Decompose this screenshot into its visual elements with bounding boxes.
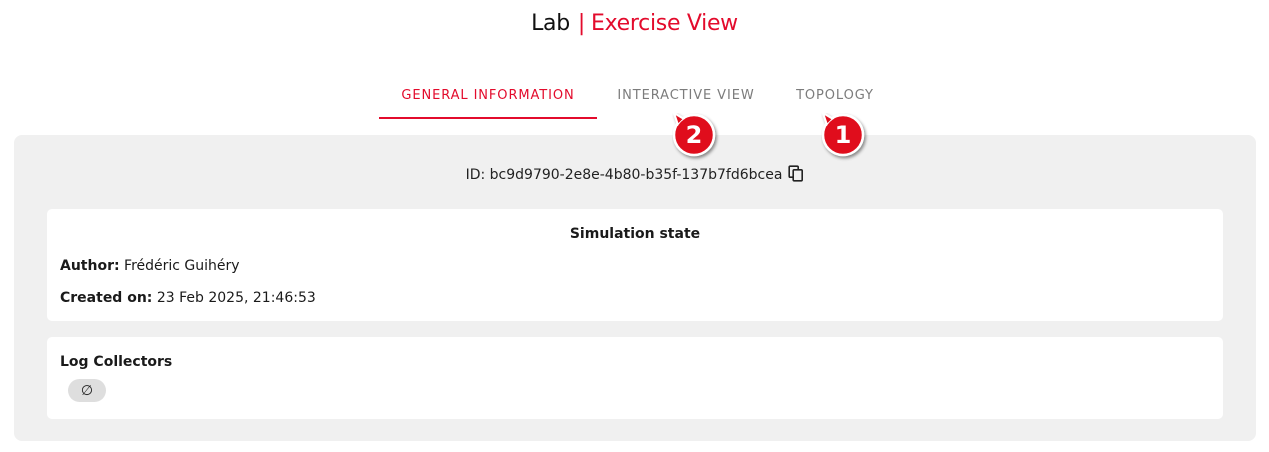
annotation-number: 2 — [685, 121, 703, 149]
log-collectors-title: Log Collectors — [60, 354, 173, 370]
exercise-id-line: ID: bc9d9790-2e8e-4b80-b35f-137b7fd6bcea — [14, 165, 1256, 185]
exercise-id: ID: bc9d9790-2e8e-4b80-b35f-137b7fd6bcea — [465, 167, 783, 183]
created-on-label: Created on: — [60, 290, 153, 306]
empty-set-chip: ∅ — [68, 379, 106, 402]
general-information-panel: ID: bc9d9790-2e8e-4b80-b35f-137b7fd6bcea… — [14, 135, 1256, 441]
tab-bar: GENERAL INFORMATION INTERACTIVE VIEW TOP… — [379, 72, 895, 119]
tab-interactive-view[interactable]: INTERACTIVE VIEW — [597, 72, 775, 119]
log-collectors-card: Log Collectors ∅ — [47, 337, 1223, 419]
tab-topology[interactable]: TOPOLOGY — [775, 72, 895, 119]
annotation-marker-2: 2 — [672, 112, 722, 163]
annotation-marker-1: 1 — [821, 112, 871, 163]
author-value: Frédéric Guihéry — [124, 258, 240, 274]
view-title: Exercise View — [591, 11, 738, 36]
author-label: Author: — [60, 258, 120, 274]
simulation-state-title: Simulation state — [569, 226, 701, 242]
copy-icon[interactable] — [788, 165, 804, 182]
page-title: Lab | Exercise View — [0, 8, 1269, 40]
annotation-number: 1 — [834, 121, 852, 149]
tab-general-information[interactable]: GENERAL INFORMATION — [379, 72, 597, 119]
app-name: Lab — [531, 11, 570, 36]
created-on-value: 23 Feb 2025, 21:46:53 — [156, 290, 316, 306]
author-field: Author: Frédéric Guihéry — [60, 257, 1210, 275]
title-separator: | — [577, 11, 586, 36]
simulation-state-card: Simulation state Author: Frédéric Guihér… — [47, 209, 1223, 321]
created-on-field: Created on: 23 Feb 2025, 21:46:53 — [60, 289, 1210, 307]
exercise-view-page: Lab | Exercise View GENERAL INFORMATION IN… — [0, 0, 1269, 452]
